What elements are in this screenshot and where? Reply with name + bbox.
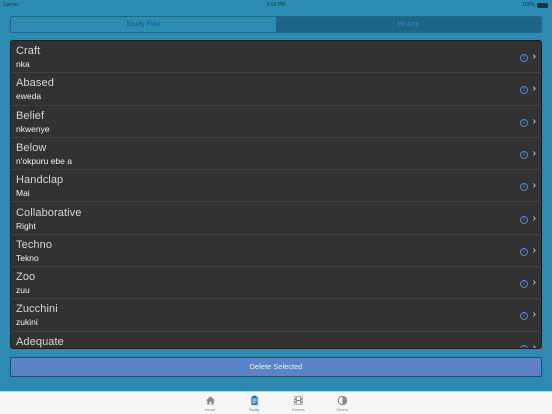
chevron-right-icon: › [532, 51, 536, 62]
info-icon[interactable]: i [520, 344, 528, 348]
word-text: Techno [16, 238, 53, 251]
word-row[interactable]: Below n'okpuru ebe a i › [11, 138, 541, 171]
info-icon[interactable]: i [520, 118, 528, 127]
chevron-right-icon: › [532, 147, 536, 159]
chevron-right-icon: › [532, 115, 536, 127]
word-text: Adequate [16, 335, 64, 348]
word-text: Zucchini [16, 303, 58, 316]
chevron-right-icon: › [532, 309, 536, 321]
contrast-icon [337, 395, 347, 406]
info-icon[interactable]: i [520, 280, 528, 289]
word-text: Abased [16, 77, 54, 90]
home-icon [205, 396, 215, 405]
segment-history[interactable]: History [276, 17, 541, 32]
segment-study-plan[interactable]: Study Plan [11, 17, 276, 32]
delete-selected-button[interactable]: Delete Selected [10, 357, 542, 377]
word-row[interactable]: Craft nka i › [11, 41, 541, 74]
translation-text: zuu [16, 285, 30, 296]
tab-games[interactable]: Games [287, 392, 309, 414]
info-icon[interactable]: i [520, 247, 528, 256]
word-row[interactable]: Abased eweda i › [11, 73, 541, 106]
translation-text: nka [16, 59, 30, 69]
battery-icon [537, 2, 548, 8]
word-text: Zoo [16, 271, 36, 284]
tab-study-label: Study [248, 407, 260, 412]
translation-text: nkwenye [16, 123, 50, 134]
history-word-list[interactable]: Craft nka i › Abased eweda i › Belief nkwenye i › Be… [10, 40, 542, 349]
tab-study[interactable]: Study [243, 392, 265, 414]
info-icon[interactable]: i [520, 54, 528, 62]
word-row[interactable]: Handclap Mai i › [11, 170, 541, 203]
info-icon[interactable]: i [520, 150, 528, 159]
translation-text: n'okpuru ebe a [16, 155, 72, 166]
word-text: Collaborative [16, 206, 82, 219]
tab-home-label: Home [204, 407, 216, 412]
word-row[interactable]: Zucchini zukini i › [11, 299, 541, 332]
translation-text: Mai [16, 188, 30, 199]
tab-others-label: Others [335, 407, 348, 412]
status-bar: Carrier 2:03 PM 100% [0, 0, 552, 10]
info-icon[interactable]: i [520, 86, 528, 95]
film-icon [293, 396, 303, 405]
chevron-right-icon: › [532, 341, 536, 349]
battery-status: 100% [522, 2, 548, 8]
info-icon[interactable]: i [520, 215, 528, 224]
word-text: Craft [16, 45, 41, 57]
chevron-right-icon: › [532, 212, 536, 224]
tab-games-label: Games [291, 407, 305, 412]
word-row[interactable]: Adequate i › [11, 332, 541, 349]
translation-text: eweda [16, 91, 42, 102]
chevron-right-icon: › [532, 244, 536, 256]
word-text: Below [16, 141, 47, 154]
segmented-control: Study Plan History [10, 16, 542, 33]
translation-text: zukini [16, 317, 38, 328]
word-row[interactable]: Techno Tekno i › [11, 235, 541, 268]
word-text: Belief [16, 109, 45, 122]
translation-text: Right [16, 220, 36, 231]
battery-percent: 100% [522, 2, 535, 8]
chevron-right-icon: › [532, 180, 536, 192]
tab-home[interactable]: Home [199, 392, 221, 414]
info-icon[interactable]: i [520, 183, 528, 192]
word-row[interactable]: Belief nkwenye i › [11, 106, 541, 138]
tab-others[interactable]: Others [331, 392, 353, 414]
clipboard-icon [250, 395, 258, 406]
tab-bar: Home Study Games Others [0, 391, 552, 414]
word-row[interactable]: Zoo zuu i › [11, 267, 541, 300]
chevron-right-icon: › [532, 277, 536, 289]
word-row[interactable]: Collaborative Right i › [11, 203, 541, 235]
word-text: Handclap [16, 174, 64, 187]
info-icon[interactable]: i [520, 312, 528, 321]
chevron-right-icon: › [532, 83, 536, 95]
translation-text: Tekno [16, 252, 39, 263]
status-time: 2:03 PM [266, 2, 286, 8]
